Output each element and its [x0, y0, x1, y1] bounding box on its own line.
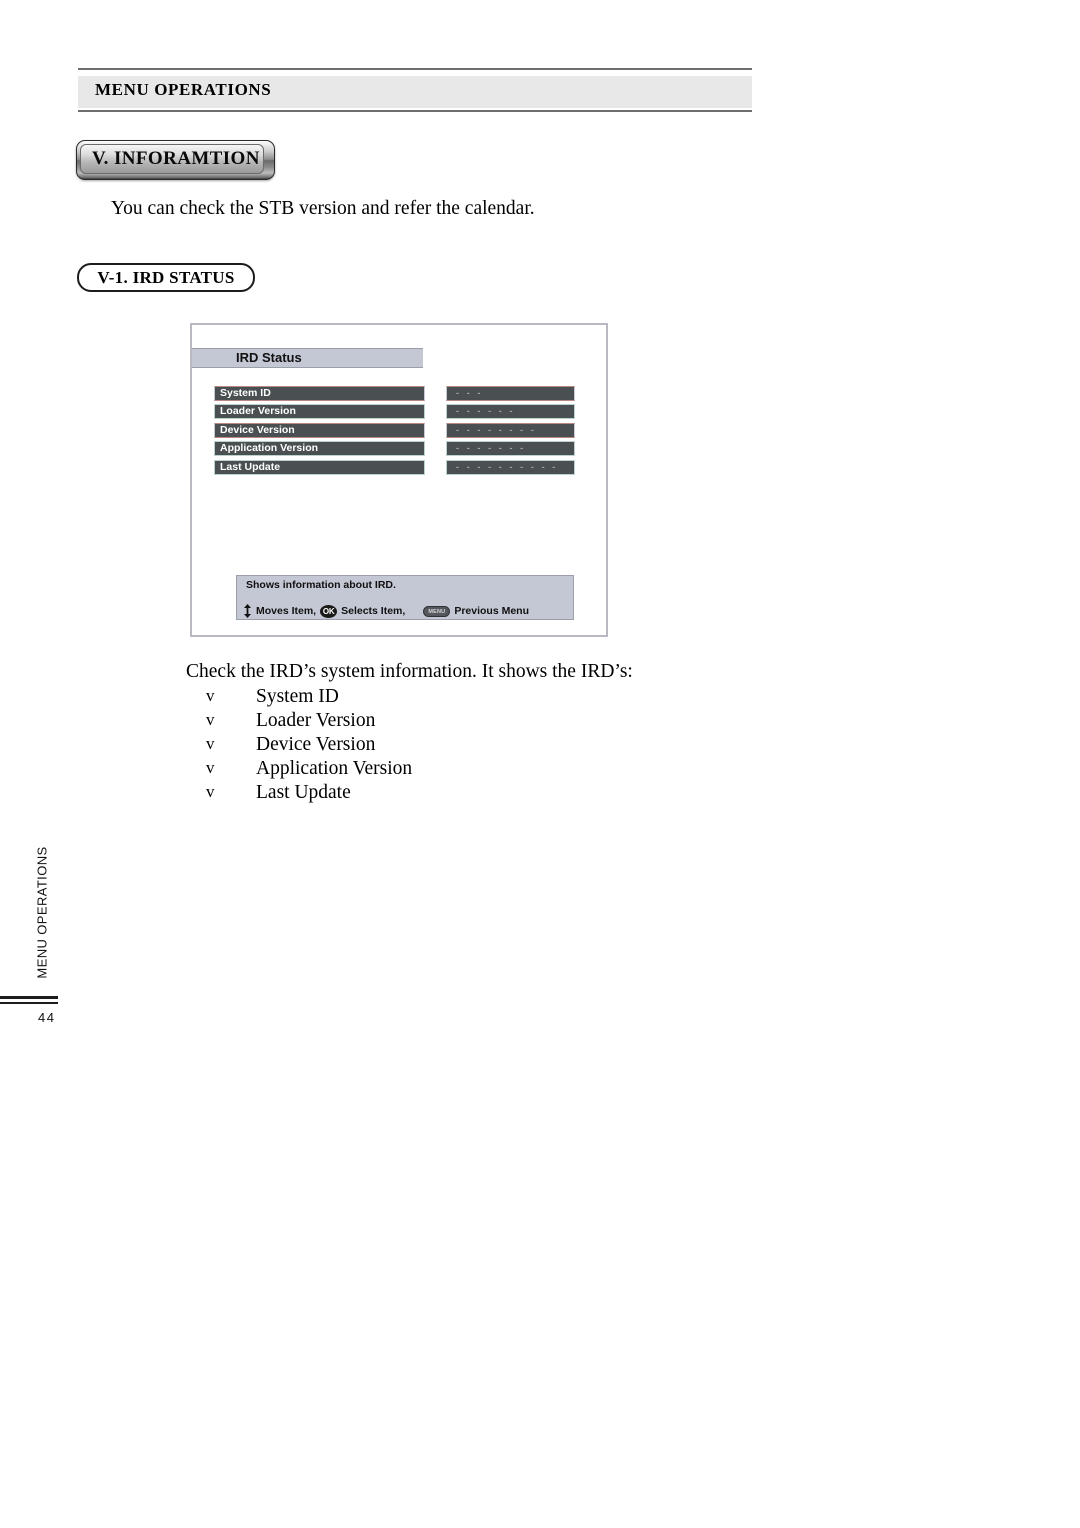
osd-label-text: Loader Version	[220, 405, 296, 417]
osd-label-text: Application Version	[220, 442, 319, 454]
osd-title-bar	[192, 348, 423, 368]
ok-button-icon: OK	[320, 604, 338, 618]
bullet-marker: v	[206, 734, 215, 753]
page-number: 44	[38, 1010, 56, 1025]
bullet-item-label: System ID	[256, 686, 339, 707]
section-button-label: V. INFORAMTION	[92, 148, 260, 169]
bullet-marker: v	[206, 758, 215, 777]
body-lead-text: Check the IRD’s system information. It s…	[186, 661, 633, 682]
bullet-item-label: Last Update	[256, 782, 351, 803]
bullet-marker: v	[206, 686, 215, 705]
up-down-arrow-icon	[243, 604, 252, 618]
header-rule-bottom	[78, 110, 752, 112]
subsection-label: V-1. IRD STATUS	[97, 268, 235, 287]
osd-help-description: Shows information about IRD.	[246, 579, 396, 591]
osd-label-text: Last Update	[220, 461, 281, 473]
osd-title-text: IRD Status	[236, 350, 302, 365]
osd-help-previous-menu: Previous Menu	[454, 605, 529, 617]
menu-button-icon: MENU	[423, 605, 451, 617]
osd-help-keys: Moves Item, OK Selects Item, MENU Previo…	[243, 603, 529, 619]
bullet-item-label: Device Version	[256, 734, 376, 755]
bullet-marker: v	[206, 710, 215, 729]
osd-help-selects-item: Selects Item,	[341, 605, 406, 617]
osd-value-text: - - - - - -	[456, 406, 516, 416]
bullet-item-label: Loader Version	[256, 710, 376, 731]
osd-label-text: System ID	[220, 387, 271, 399]
footer-rule-lower	[0, 1002, 58, 1004]
section-intro-text: You can check the STB version and refer …	[111, 198, 535, 219]
bullet-item-label: Application Version	[256, 758, 413, 779]
side-running-label: MENU OPERATIONS	[34, 846, 50, 979]
running-header-title: MENU OPERATIONS	[95, 80, 272, 99]
footer-rule-upper	[0, 996, 58, 999]
bullet-marker: v	[206, 782, 215, 801]
osd-value-text: - - -	[456, 388, 483, 398]
osd-label-text: Device Version	[220, 424, 295, 436]
header-rule-top	[78, 68, 752, 70]
osd-value-text: - - - - - - -	[456, 443, 526, 453]
osd-value-text: - - - - - - - - - -	[456, 462, 558, 472]
osd-value-text: - - - - - - - -	[456, 425, 537, 435]
osd-help-moves-item: Moves Item,	[256, 605, 317, 617]
